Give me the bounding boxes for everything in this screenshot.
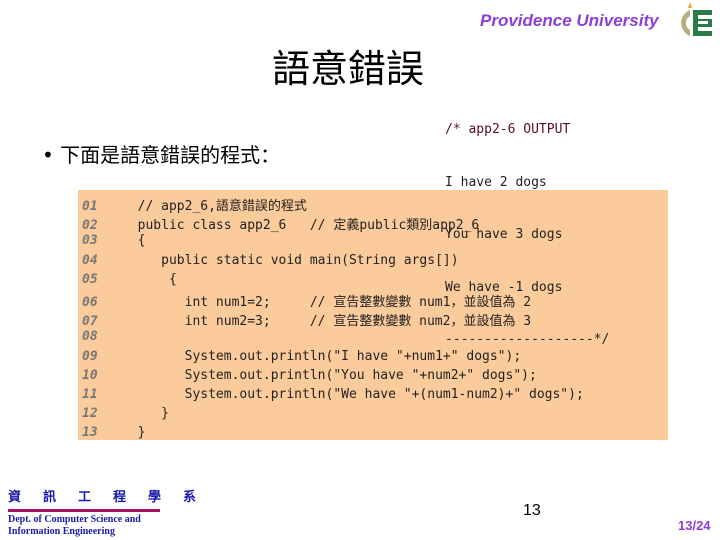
department-english: Information Engineering bbox=[8, 526, 115, 537]
output-line: I have 2 dogs bbox=[445, 174, 547, 190]
divider bbox=[8, 509, 160, 512]
code-text: { bbox=[122, 233, 146, 249]
code-line: 04 public static void main(String args[]… bbox=[78, 253, 459, 272]
code-text: { bbox=[122, 271, 177, 287]
line-number: 01 bbox=[82, 199, 98, 214]
output-line: We have -1 dogs bbox=[445, 279, 563, 295]
code-text: // app2_6,語意錯誤的程式 bbox=[122, 199, 307, 214]
department-block: 資訊工程學系 Dept. of Computer Science and Inf… bbox=[8, 486, 218, 538]
code-line: 13 } bbox=[78, 425, 145, 444]
code-line: 08 bbox=[78, 329, 122, 348]
line-number: 03 bbox=[82, 233, 98, 249]
brand-name: Providence University bbox=[480, 11, 659, 30]
line-number: 08 bbox=[82, 329, 98, 345]
department-chinese: 資訊工程學系 bbox=[8, 490, 219, 505]
code-text: System.out.println("We have "+(num1-num2… bbox=[122, 387, 584, 402]
line-number: 06 bbox=[82, 295, 98, 310]
code-text: public class app2_6 // 定義public類別app2_6 bbox=[122, 218, 480, 234]
code-line: 05 { bbox=[78, 272, 177, 291]
university-logo bbox=[681, 2, 712, 36]
output-line: -------------------*/ bbox=[445, 332, 610, 347]
output-line: /* app2-6 OUTPUT bbox=[445, 122, 571, 137]
output-block: /* app2-6 OUTPUT I have 2 dogs You have … bbox=[445, 86, 715, 366]
bullet-text: • 下面是語意錯誤的程式： bbox=[42, 143, 281, 167]
code-line: 02 public class app2_6 // 定義public類別app2… bbox=[78, 214, 479, 233]
code-text: public static void main(String args[]) bbox=[122, 252, 459, 268]
slide-title: 語意錯誤 bbox=[272, 47, 425, 91]
code-line: 03 { bbox=[78, 233, 145, 252]
line-number: 13 bbox=[82, 425, 98, 441]
code-text: } bbox=[122, 425, 146, 441]
department-english: Dept. of Computer Science and bbox=[8, 514, 141, 525]
code-text: } bbox=[122, 406, 169, 422]
line-number: 02 bbox=[82, 218, 98, 234]
page-count: 13/24 bbox=[678, 518, 711, 533]
line-number: 04 bbox=[82, 252, 98, 268]
code-line: 12 } bbox=[78, 406, 169, 425]
line-number: 11 bbox=[82, 387, 98, 402]
line-number: 09 bbox=[82, 348, 98, 364]
line-number: 05 bbox=[82, 271, 98, 287]
code-text: System.out.println("You have "+num2+" do… bbox=[122, 367, 537, 383]
line-number: 07 bbox=[82, 314, 98, 330]
output-line: You have 3 dogs bbox=[445, 227, 563, 242]
page-number: 13 bbox=[523, 502, 541, 519]
code-line: 10 System.out.println("You have "+num2+"… bbox=[78, 368, 537, 387]
code-line: 01 // app2_6,語意錯誤的程式 bbox=[78, 195, 307, 214]
code-line: 11 System.out.println("We have "+(num1-n… bbox=[78, 387, 584, 406]
line-number: 10 bbox=[82, 367, 98, 383]
line-number: 12 bbox=[82, 406, 98, 422]
